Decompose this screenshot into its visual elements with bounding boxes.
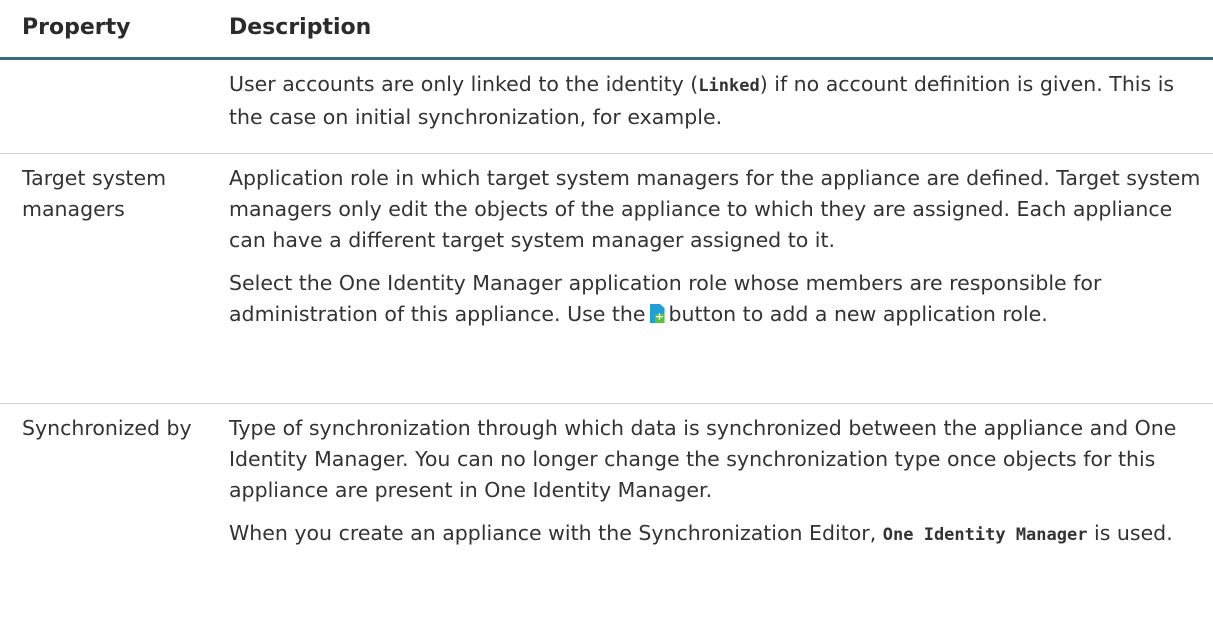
add-document-icon [649,304,665,323]
table-header: Property Description [0,0,1213,60]
description-paragraph: User accounts are only linked to the ide… [229,69,1209,133]
table-row: User accounts are only linked to the ide… [0,60,1213,154]
description-paragraph: Application role in which target system … [229,166,1201,252]
description-paragraph: Type of synchronization through which da… [229,416,1177,502]
code-linked: Linked [698,76,760,96]
header-description: Description [229,15,372,40]
description-cell: Application role in which target system … [229,163,1209,342]
description-cell: Type of synchronization through which da… [229,413,1209,563]
table-row: Target system managers Application role … [0,154,1213,404]
text: is used. [1094,521,1173,545]
text: When you create an appliance with the Sy… [229,521,877,545]
text: User accounts are only linked to the ide… [229,72,699,96]
property-cell: Synchronized by [22,416,192,440]
property-cell: Target system managers [22,166,167,221]
description-paragraph: Select the One Identity Manager applicat… [229,268,1209,330]
description-cell: User accounts are only linked to the ide… [229,69,1209,145]
table-row: Synchronized by Type of synchronization … [0,404,1213,644]
code-one-identity-manager: One Identity Manager [882,525,1088,545]
description-paragraph: When you create an appliance with the Sy… [229,518,1209,551]
property-table: Property Description User accounts are o… [0,0,1213,644]
text: button to add a new application role. [668,302,1048,326]
header-property: Property [22,15,131,40]
